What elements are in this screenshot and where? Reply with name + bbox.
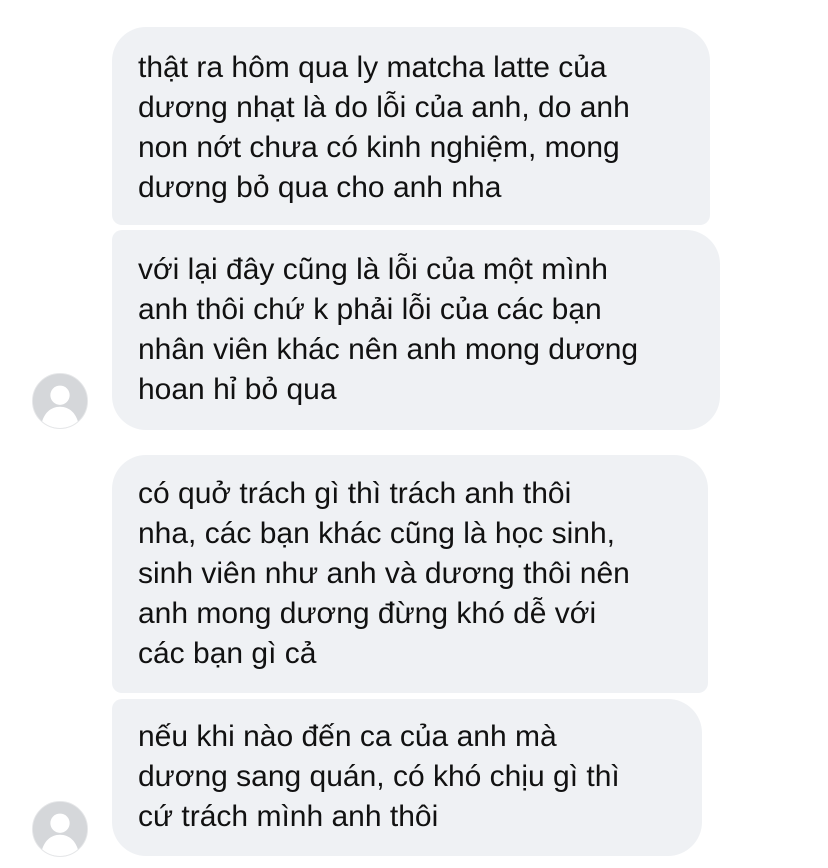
default-profile-silhouette-icon — [33, 802, 87, 856]
message-bubble[interactable]: thật ra hôm qua ly matcha latte của dươn… — [112, 27, 710, 225]
message-bubble[interactable]: có quở trách gì thì trách anh thôi nha, … — [112, 455, 708, 693]
default-profile-silhouette-icon — [33, 374, 87, 428]
sender-avatar[interactable] — [32, 373, 88, 429]
message-bubble[interactable]: nếu khi nào đến ca của anh mà dương sang… — [112, 699, 702, 856]
message-bubble[interactable]: với lại đây cũng là lỗi của một mình anh… — [112, 230, 720, 430]
sender-avatar[interactable] — [32, 801, 88, 857]
